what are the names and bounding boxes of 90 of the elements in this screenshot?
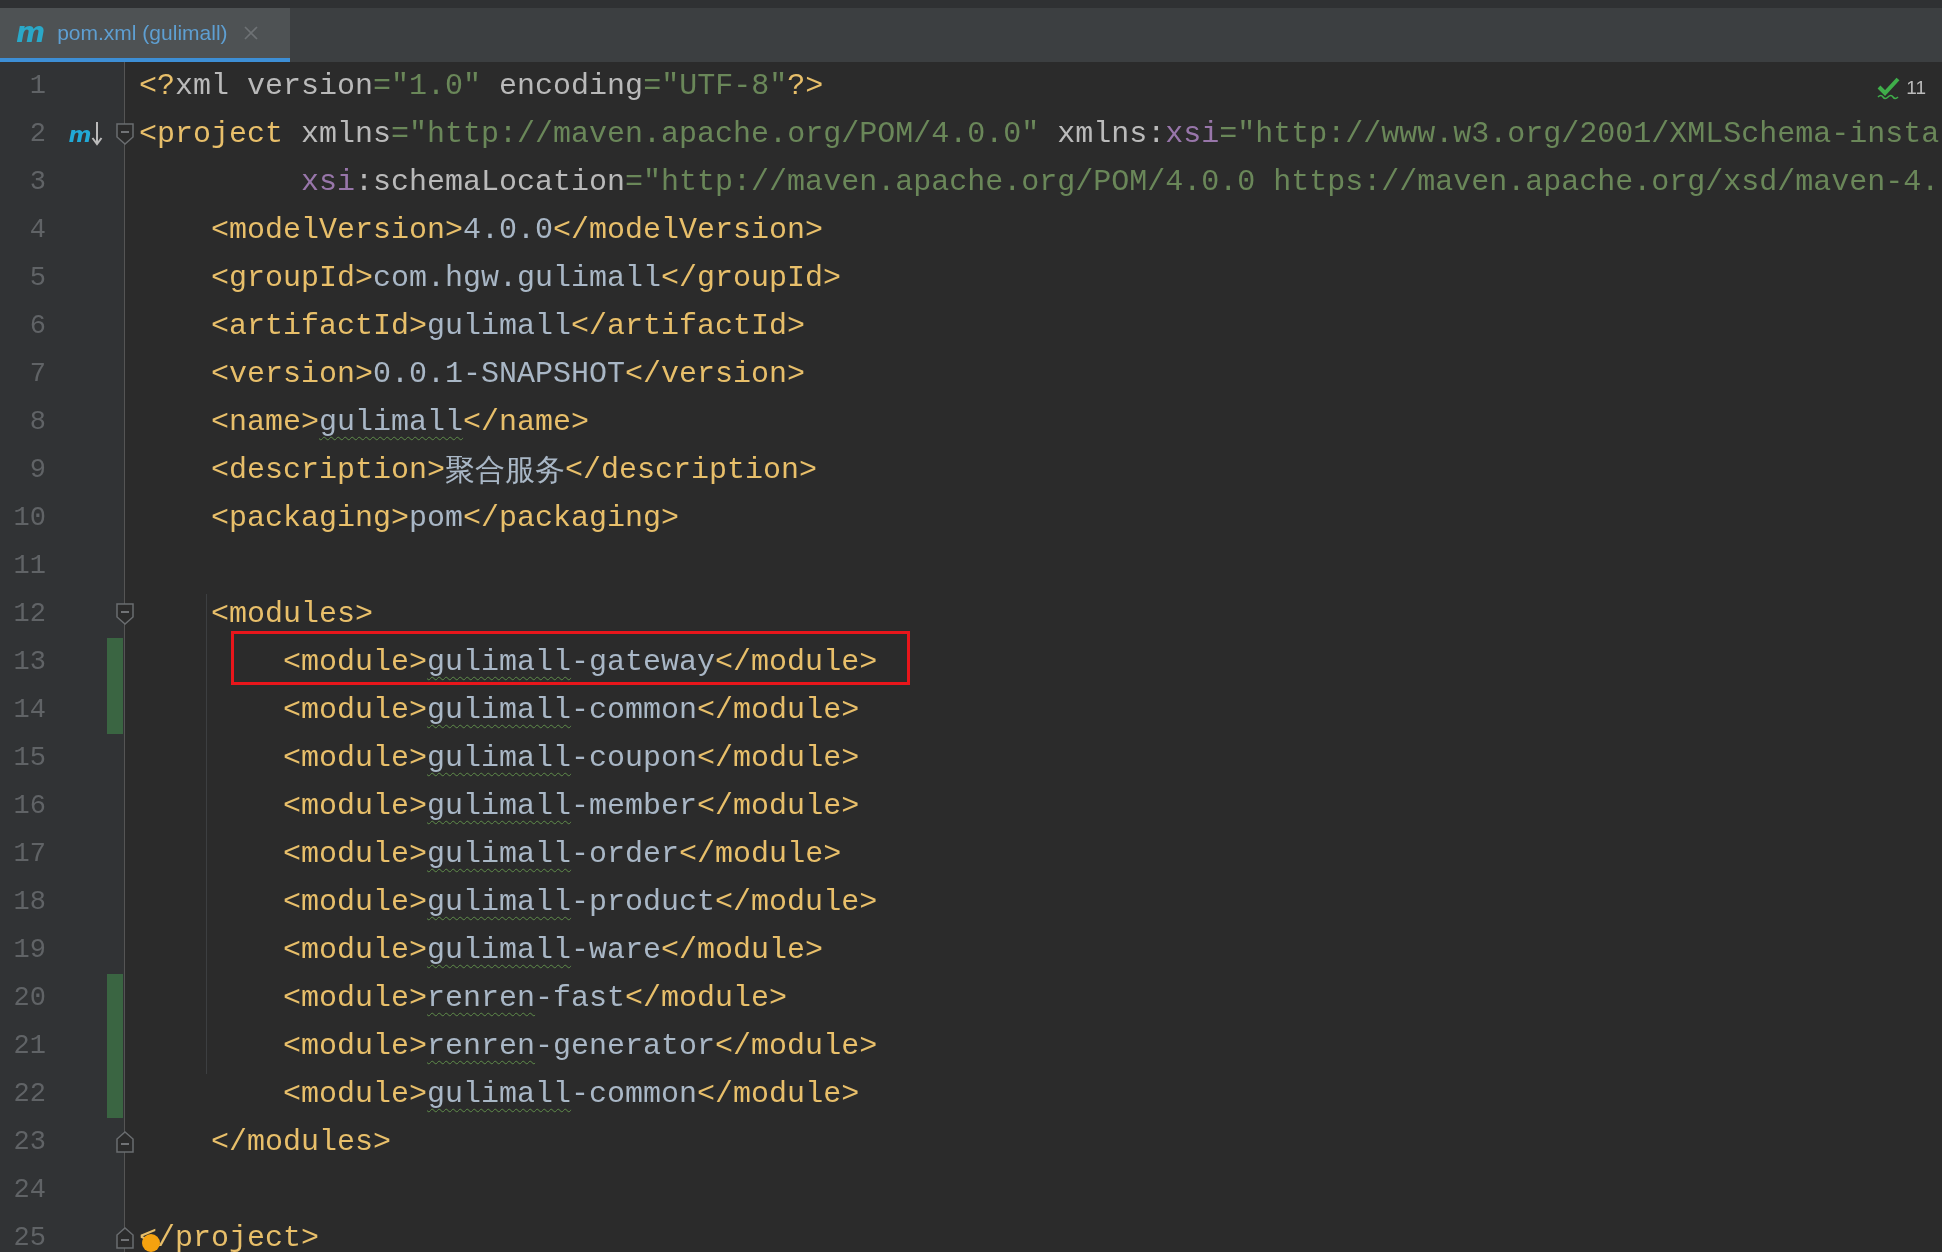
element-text: gulimall	[427, 837, 572, 871]
element-text: -coupon	[571, 741, 698, 775]
xml-tag: <project	[139, 117, 284, 151]
fold-icon[interactable]	[116, 603, 134, 625]
maven-icon: m	[16, 19, 46, 47]
attribute-name: xmlns:	[1056, 117, 1166, 151]
xml-tag: <module>	[139, 981, 428, 1015]
maven-icon[interactable]: m	[68, 121, 92, 147]
xml-tag: </module>	[697, 741, 860, 775]
xml-tag: </module>	[697, 693, 860, 727]
element-text: 0.0.1-SNAPSHOT	[373, 357, 626, 391]
attribute-value: ="1.0"	[373, 69, 482, 103]
inspection-count: 11	[1906, 77, 1926, 99]
element-text: -member	[571, 789, 698, 823]
element-text: gulimall	[319, 405, 464, 439]
element-text: -gateway	[571, 645, 716, 679]
xml-tag: </version>	[625, 357, 806, 391]
xml-tag: <packaging>	[139, 501, 410, 535]
xml-tag: </module>	[697, 789, 860, 823]
namespace-prefix: xsi	[1165, 117, 1220, 151]
xml-tag: <groupId>	[139, 261, 374, 295]
element-text: gulimall	[427, 645, 572, 679]
xml-tag: <artifactId>	[139, 309, 428, 343]
editor-tab[interactable]: m pom.xml (gulimall)	[0, 8, 290, 62]
xml-tag: </name>	[463, 405, 590, 439]
xml-tag: </module>	[679, 837, 842, 871]
fold-icon[interactable]	[116, 1131, 134, 1153]
attribute-name: xml version	[175, 69, 374, 103]
attribute-name: :schemaLocation	[355, 165, 626, 199]
attribute-value: ="http://www.w3.org/2001/XMLSchema-insta	[1219, 117, 1940, 151]
fold-icon[interactable]	[116, 1227, 134, 1249]
tab-label: pom.xml (gulimall)	[57, 21, 228, 45]
element-text: -common	[571, 693, 698, 727]
xml-tag: <module>	[139, 693, 428, 727]
element-text: -product	[571, 885, 716, 919]
xml-tag: <version>	[139, 357, 374, 391]
element-text: -ware	[571, 933, 662, 967]
element-text: pom	[409, 501, 464, 535]
element-text: gulimall	[427, 309, 572, 343]
element-text: gulimall	[427, 741, 572, 775]
xml-tag: </modules>	[139, 1125, 392, 1159]
xml-tag: <module>	[139, 885, 428, 919]
element-text: gulimall	[427, 1077, 572, 1111]
xml-tag: </module>	[625, 981, 788, 1015]
element-text: gulimall	[427, 693, 572, 727]
element-text: gulimall	[427, 933, 572, 967]
xml-tag: </project>	[139, 1221, 320, 1252]
attribute-value: ="UTF-8"	[643, 69, 788, 103]
xml-tag: <module>	[139, 837, 428, 871]
element-text: -fast	[535, 981, 626, 1015]
fold-icon[interactable]	[116, 123, 134, 145]
xml-tag: </description>	[565, 453, 818, 487]
xml-tag: </artifactId>	[571, 309, 806, 343]
xml-tag: </module>	[697, 1077, 860, 1111]
attribute-value: ="http://maven.apache.org/POM/4.0.0 https://maven.apache.org/xsd/maven-4.	[625, 165, 1940, 199]
element-text: renren	[427, 1029, 536, 1063]
xml-tag: <module>	[139, 741, 428, 775]
xml-tag: </module>	[661, 933, 824, 967]
xml-tag: </module>	[715, 885, 878, 919]
xml-tag: <modules>	[139, 597, 374, 631]
element-text: -order	[571, 837, 680, 871]
element-text: gulimall	[427, 885, 572, 919]
xml-tag: <module>	[139, 1077, 428, 1111]
element-text: gulimall	[427, 789, 572, 823]
xml-tag: ?>	[787, 69, 824, 103]
xml-tag: </modelVersion>	[553, 213, 824, 247]
down-arrow-icon[interactable]	[91, 122, 104, 146]
xml-tag: </packaging>	[463, 501, 680, 535]
xml-tag: </module>	[715, 645, 878, 679]
element-text: -generator	[535, 1029, 716, 1063]
xml-tag: <?	[139, 69, 175, 103]
xml-tag: </module>	[715, 1029, 878, 1063]
close-icon[interactable]	[243, 26, 258, 40]
attribute-name: encoding	[498, 69, 644, 103]
xml-tag: <module>	[139, 933, 428, 967]
element-text: renren	[427, 981, 536, 1015]
namespace-prefix: xsi	[300, 165, 356, 199]
xml-tag: </groupId>	[661, 261, 842, 295]
xml-tag: <name>	[139, 405, 320, 439]
xml-tag: <module>	[139, 1029, 428, 1063]
attribute-name: xmlns	[300, 117, 392, 151]
xml-tag: <description>	[139, 453, 446, 487]
element-text: 4.0.0	[463, 213, 554, 247]
attribute-value: ="http://maven.apache.org/POM/4.0.0"	[391, 117, 1040, 151]
xml-tag: <module>	[139, 645, 428, 679]
xml-tag: <modelVersion>	[139, 213, 464, 247]
element-text: -common	[571, 1077, 698, 1111]
xml-tag: <module>	[139, 789, 428, 823]
element-text: com.hgw.gulimall	[373, 261, 662, 295]
element-text: 聚合服务	[445, 453, 566, 491]
